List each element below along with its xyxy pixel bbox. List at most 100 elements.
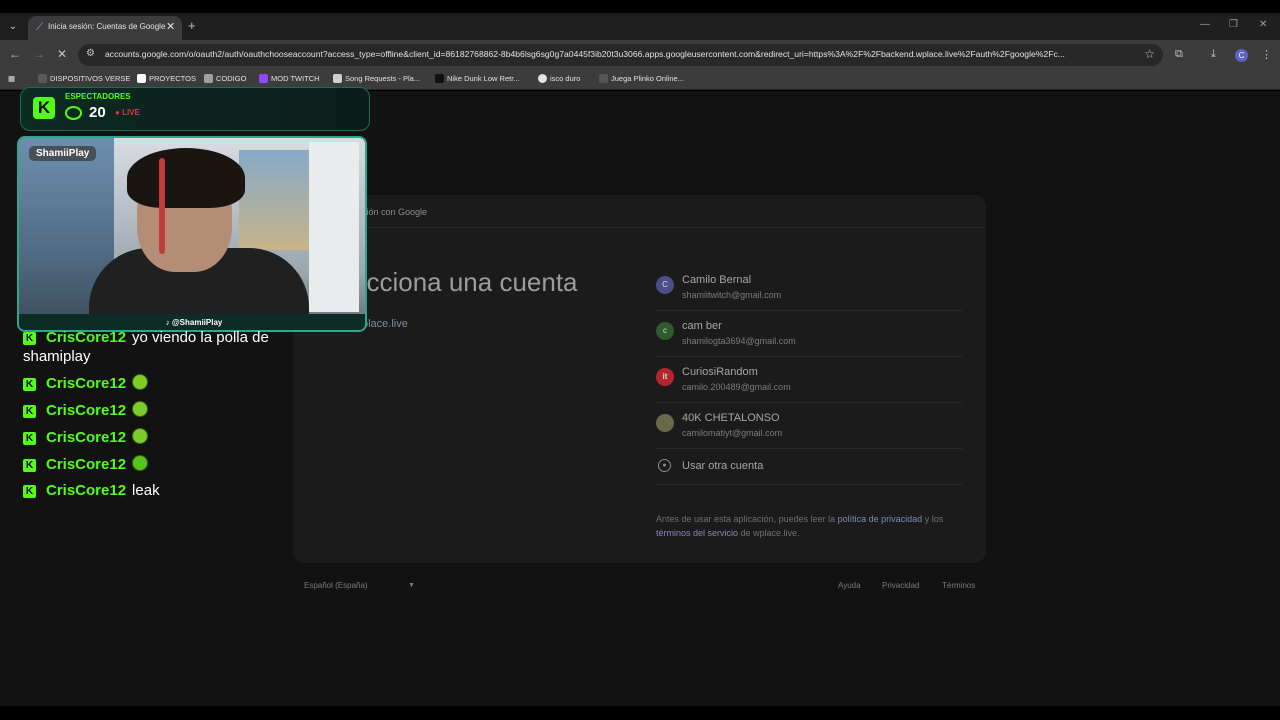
privacy-link[interactable]: Privacidad <box>882 581 919 590</box>
live-badge: ● LIVE <box>115 108 140 117</box>
bookmark-favicon-icon <box>137 74 146 83</box>
minimize-icon[interactable]: — <box>1200 19 1210 30</box>
bookmark-favicon-icon <box>538 74 547 83</box>
kick-badge-icon: K <box>23 459 36 472</box>
kick-badge-icon: K <box>23 378 36 391</box>
kick-logo-icon: K <box>33 97 55 119</box>
new-tab-icon[interactable]: + <box>188 18 196 33</box>
chat-username: CrisCore12 <box>46 402 127 419</box>
webcam-door <box>309 142 359 312</box>
viewers-overlay: K ESPECTADORES 20 ● LIVE <box>20 87 370 131</box>
close-icon[interactable]: ✕ <box>166 20 175 33</box>
viewers-count: 20 <box>89 104 106 121</box>
account-name: cam ber <box>682 320 722 332</box>
signin-brand-text: sión con Google <box>362 207 428 217</box>
headset-icon <box>159 158 165 254</box>
account-name: CuriosiRandom <box>682 366 758 378</box>
chat-text: yo viendo la polla de <box>132 329 269 346</box>
menu-kebab-icon[interactable]: ⋮ <box>1261 48 1272 61</box>
help-link[interactable]: Ayuda <box>838 581 861 590</box>
bookmark-favicon-icon <box>599 74 608 83</box>
kick-badge-icon: K <box>23 405 36 418</box>
chat-message: K CrisCore12 <box>23 374 149 392</box>
bookmark-item[interactable]: Juega Plinko Online... <box>599 74 684 83</box>
window-close-icon[interactable]: ✕ <box>1259 19 1267 30</box>
kick-badge-icon: K <box>23 485 36 498</box>
tab-search-icon[interactable]: ⌄ <box>4 18 22 36</box>
webcam-poster <box>239 150 319 250</box>
terms-link[interactable]: términos del servicio <box>656 528 738 538</box>
chat-username: CrisCore12 <box>46 329 127 346</box>
bookmark-item[interactable]: Song Requests - Pla... <box>333 74 420 83</box>
chat-message-continuation: shamiplay <box>23 348 91 365</box>
forward-icon[interactable]: → <box>33 47 45 61</box>
streamer-name: ShamiiPlay <box>29 146 97 161</box>
loading-icon: ⟋ <box>36 22 43 33</box>
sick-emote-icon <box>132 374 149 390</box>
chat-username: CrisCore12 <box>46 375 127 392</box>
bookmark-item[interactable]: PROYECTOS <box>137 74 196 83</box>
app-link[interactable]: place.live <box>362 318 408 330</box>
download-icon[interactable]: ⤓ <box>1211 48 1216 61</box>
account-item[interactable]: c cam ber shamilogta3694@gmail.com <box>656 311 962 357</box>
chat-message: K CrisCore12 <box>23 455 149 473</box>
chat-message: K CrisCore12 <box>23 401 149 419</box>
chat-text: shamiplay <box>23 348 91 365</box>
account-name: Camilo Bernal <box>682 274 752 286</box>
avatar: c <box>656 322 674 340</box>
avatar: it <box>656 368 674 386</box>
apps-grid-icon[interactable]: ▦ <box>8 74 15 83</box>
use-other-account-button[interactable]: ● Usar otra cuenta <box>656 449 962 485</box>
profile-avatar[interactable]: C <box>1235 49 1248 62</box>
language-select[interactable]: Español (España) <box>304 581 368 590</box>
bookmark-favicon-icon <box>435 74 444 83</box>
chevron-down-icon[interactable]: ▼ <box>408 582 415 589</box>
browser-tab-active[interactable]: ⟋ Inicia sesión: Cuentas de Google ✕ <box>28 16 182 40</box>
bookmark-item[interactable]: CODIGO <box>204 74 246 83</box>
bookmark-item[interactable]: MOD TWITCH <box>259 74 320 83</box>
url-text[interactable]: accounts.google.com/o/oauth2/auth/oauthc… <box>105 49 1135 59</box>
chat-message: K CrisCore12 <box>23 428 149 446</box>
chat-text: leak <box>132 482 160 499</box>
stop-icon[interactable]: ✕ <box>57 47 67 61</box>
account-item[interactable]: C Camilo Bernal shamiitwitch@gmail.com <box>656 265 962 311</box>
bookmark-favicon-icon <box>333 74 342 83</box>
back-icon[interactable]: ← <box>9 47 21 61</box>
site-info-icon[interactable]: ⚙ <box>86 48 95 59</box>
bookmark-star-icon[interactable]: ☆ <box>1144 47 1155 61</box>
tab-strip: ⌄ ⟋ Inicia sesión: Cuentas de Google ✕ +… <box>0 13 1280 40</box>
account-item[interactable]: it CuriosiRandom camilo.200489@gmail.com <box>656 357 962 403</box>
bookmark-favicon-icon <box>204 74 213 83</box>
avatar: C <box>656 276 674 294</box>
browser-toolbar: ← → ✕ ⚙ accounts.google.com/o/oauth2/aut… <box>0 40 1280 70</box>
extensions-icon[interactable]: ⧉ <box>1175 48 1183 61</box>
webcam-overlay: ShamiiPlay ♪ @ShamiiPlay <box>17 136 367 332</box>
account-item[interactable]: 40K CHETALONSO camilomatiyt@gmail.com <box>656 403 962 449</box>
chat-username: CrisCore12 <box>46 482 127 499</box>
screen-bottom-border <box>0 706 1280 720</box>
bookmark-favicon-icon <box>259 74 268 83</box>
bookmark-item[interactable]: DISPOSITIVOS VERSE <box>38 74 130 83</box>
address-bar[interactable]: ⚙ accounts.google.com/o/oauth2/auth/oaut… <box>78 44 1163 66</box>
terms-footer-link[interactable]: Términos <box>942 581 975 590</box>
privacy-policy-link[interactable]: política de privacidad <box>838 514 923 524</box>
kick-badge-icon: K <box>23 432 36 445</box>
streamer-hair <box>127 148 245 208</box>
use-other-account-label: Usar otra cuenta <box>682 460 764 472</box>
bookmark-item[interactable]: Nike Dunk Low Retr... <box>435 74 520 83</box>
restore-icon[interactable]: ❐ <box>1229 19 1238 30</box>
sick-emote-icon <box>132 428 149 444</box>
legal-text: Antes de usar esta aplicación, puedes le… <box>656 514 944 538</box>
grin-emote-icon <box>132 455 149 471</box>
eye-icon <box>65 106 82 120</box>
viewers-label: ESPECTADORES <box>65 92 131 101</box>
kick-badge-icon: K <box>23 332 36 345</box>
sick-emote-icon <box>132 401 149 417</box>
avatar <box>656 414 674 432</box>
account-email: shamilogta3694@gmail.com <box>682 336 796 346</box>
person-circle-icon: ● <box>658 459 671 472</box>
bookmark-item[interactable]: isco duro <box>538 74 580 83</box>
page-title: ecciona una cuenta <box>352 267 578 297</box>
screen-top-border <box>0 0 1280 13</box>
chat-message: K CrisCore12 leak <box>23 482 160 499</box>
